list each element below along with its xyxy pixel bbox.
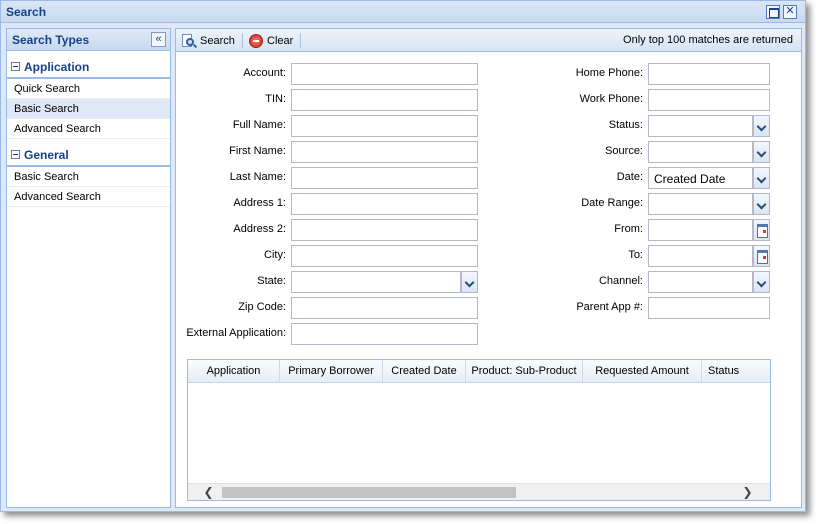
account-field[interactable] (291, 63, 478, 85)
from-date-field[interactable] (648, 219, 753, 241)
search-types-panel: Search Types « Application Quick Search … (6, 28, 171, 508)
work-phone-label: Work Phone: (579, 93, 643, 105)
city-field[interactable] (291, 245, 478, 267)
first-name-field[interactable] (291, 141, 478, 163)
column-header-status[interactable]: Status (702, 360, 770, 382)
group-application[interactable]: Application (7, 57, 170, 79)
chevron-down-icon[interactable] (753, 193, 770, 215)
nav-item-basic-search[interactable]: Basic Search (7, 99, 170, 119)
from-label: From: (614, 223, 643, 235)
grid-header: Application Primary Borrower Created Dat… (188, 360, 770, 383)
address1-label: Address 1: (233, 197, 286, 209)
date-range-select[interactable] (648, 193, 753, 215)
full-name-label: Full Name: (232, 119, 286, 131)
column-header-requested-amount[interactable]: Requested Amount (583, 360, 702, 382)
search-types-header: Search Types « (7, 29, 170, 51)
collapse-group-icon[interactable] (11, 150, 20, 159)
first-name-label: First Name: (229, 145, 286, 157)
address1-field[interactable] (291, 193, 478, 215)
city-label: City: (264, 249, 286, 261)
window-titlebar: Search ✕ (1, 1, 805, 23)
last-name-label: Last Name: (229, 171, 286, 183)
column-header-primary-borrower[interactable]: Primary Borrower (280, 360, 383, 382)
column-header-product[interactable]: Product: Sub-Product (466, 360, 583, 382)
work-phone-field[interactable] (648, 89, 770, 111)
home-phone-label: Home Phone: (575, 67, 643, 79)
source-select[interactable] (648, 141, 753, 163)
nav-item-general-basic-search[interactable]: Basic Search (7, 167, 170, 187)
collapse-group-icon[interactable] (11, 62, 20, 71)
account-label: Account: (243, 67, 286, 79)
horizontal-scrollbar[interactable]: ❮ ❯ (188, 483, 770, 500)
full-name-field[interactable] (291, 115, 478, 137)
chevron-down-icon[interactable] (753, 271, 770, 293)
scrollbar-thumb[interactable] (222, 487, 516, 498)
search-toolbar: Search Clear Only top 100 matches are re… (176, 29, 801, 52)
chevron-down-icon[interactable] (753, 167, 770, 189)
toolbar-separator (242, 33, 243, 48)
toolbar-separator (300, 33, 301, 48)
home-phone-field[interactable] (648, 63, 770, 85)
calendar-icon[interactable] (753, 219, 770, 241)
window-title: Search (6, 5, 47, 19)
zip-code-field[interactable] (291, 297, 478, 319)
scroll-right-icon[interactable]: ❯ (741, 486, 754, 499)
tin-field[interactable] (291, 89, 478, 111)
status-select[interactable] (648, 115, 753, 137)
group-label: Application (24, 60, 90, 74)
scroll-left-icon[interactable]: ❮ (202, 486, 215, 499)
search-icon (181, 33, 198, 49)
nav-item-advanced-search[interactable]: Advanced Search (7, 119, 170, 139)
results-grid: Application Primary Borrower Created Dat… (187, 359, 771, 501)
chevron-down-icon[interactable] (753, 115, 770, 137)
column-header-application[interactable]: Application (188, 360, 280, 382)
calendar-icon[interactable] (753, 245, 770, 267)
clear-button[interactable]: Clear (249, 32, 293, 49)
to-date-field[interactable] (648, 245, 753, 267)
group-general[interactable]: General (7, 145, 170, 167)
zip-code-label: Zip Code: (238, 301, 286, 313)
date-range-label: Date Range: (581, 197, 643, 209)
date-type-value: Created Date (654, 172, 726, 186)
external-application-label: External Application: (186, 327, 286, 339)
parent-app-field[interactable] (648, 297, 770, 319)
chevron-down-icon[interactable] (461, 271, 478, 293)
nav-item-general-advanced-search[interactable]: Advanced Search (7, 187, 170, 207)
address2-label: Address 2: (233, 223, 286, 235)
external-application-field[interactable] (291, 323, 478, 345)
column-header-created-date[interactable]: Created Date (383, 360, 466, 382)
search-button[interactable]: Search (181, 32, 235, 49)
clear-button-label: Clear (267, 34, 294, 47)
search-window: Search ✕ Search Types « Application Quic… (0, 0, 806, 512)
source-label: Source: (605, 145, 643, 157)
date-label: Date: (616, 171, 643, 183)
close-icon[interactable]: ✕ (783, 5, 797, 19)
status-label: Status: (608, 119, 643, 131)
chevron-down-icon[interactable] (753, 141, 770, 163)
results-limit-note: Only top 100 matches are returned (623, 34, 793, 46)
date-type-select[interactable]: Created Date (648, 167, 753, 189)
channel-label: Channel: (598, 275, 643, 287)
search-button-label: Search (200, 34, 235, 47)
state-select[interactable] (291, 271, 461, 293)
to-label: To: (628, 249, 643, 261)
search-types-title: Search Types (12, 33, 90, 47)
parent-app-label: Parent App #: (576, 301, 643, 313)
address2-field[interactable] (291, 219, 478, 241)
last-name-field[interactable] (291, 167, 478, 189)
clear-icon (249, 33, 263, 48)
state-label: State: (257, 275, 286, 287)
nav-item-quick-search[interactable]: Quick Search (7, 79, 170, 99)
tin-label: TIN: (265, 93, 286, 105)
collapse-panel-icon[interactable]: « (151, 32, 166, 47)
group-label: General (24, 148, 69, 162)
maximize-icon[interactable] (766, 5, 780, 19)
channel-select[interactable] (648, 271, 753, 293)
search-form-panel: Search Clear Only top 100 matches are re… (175, 28, 802, 508)
